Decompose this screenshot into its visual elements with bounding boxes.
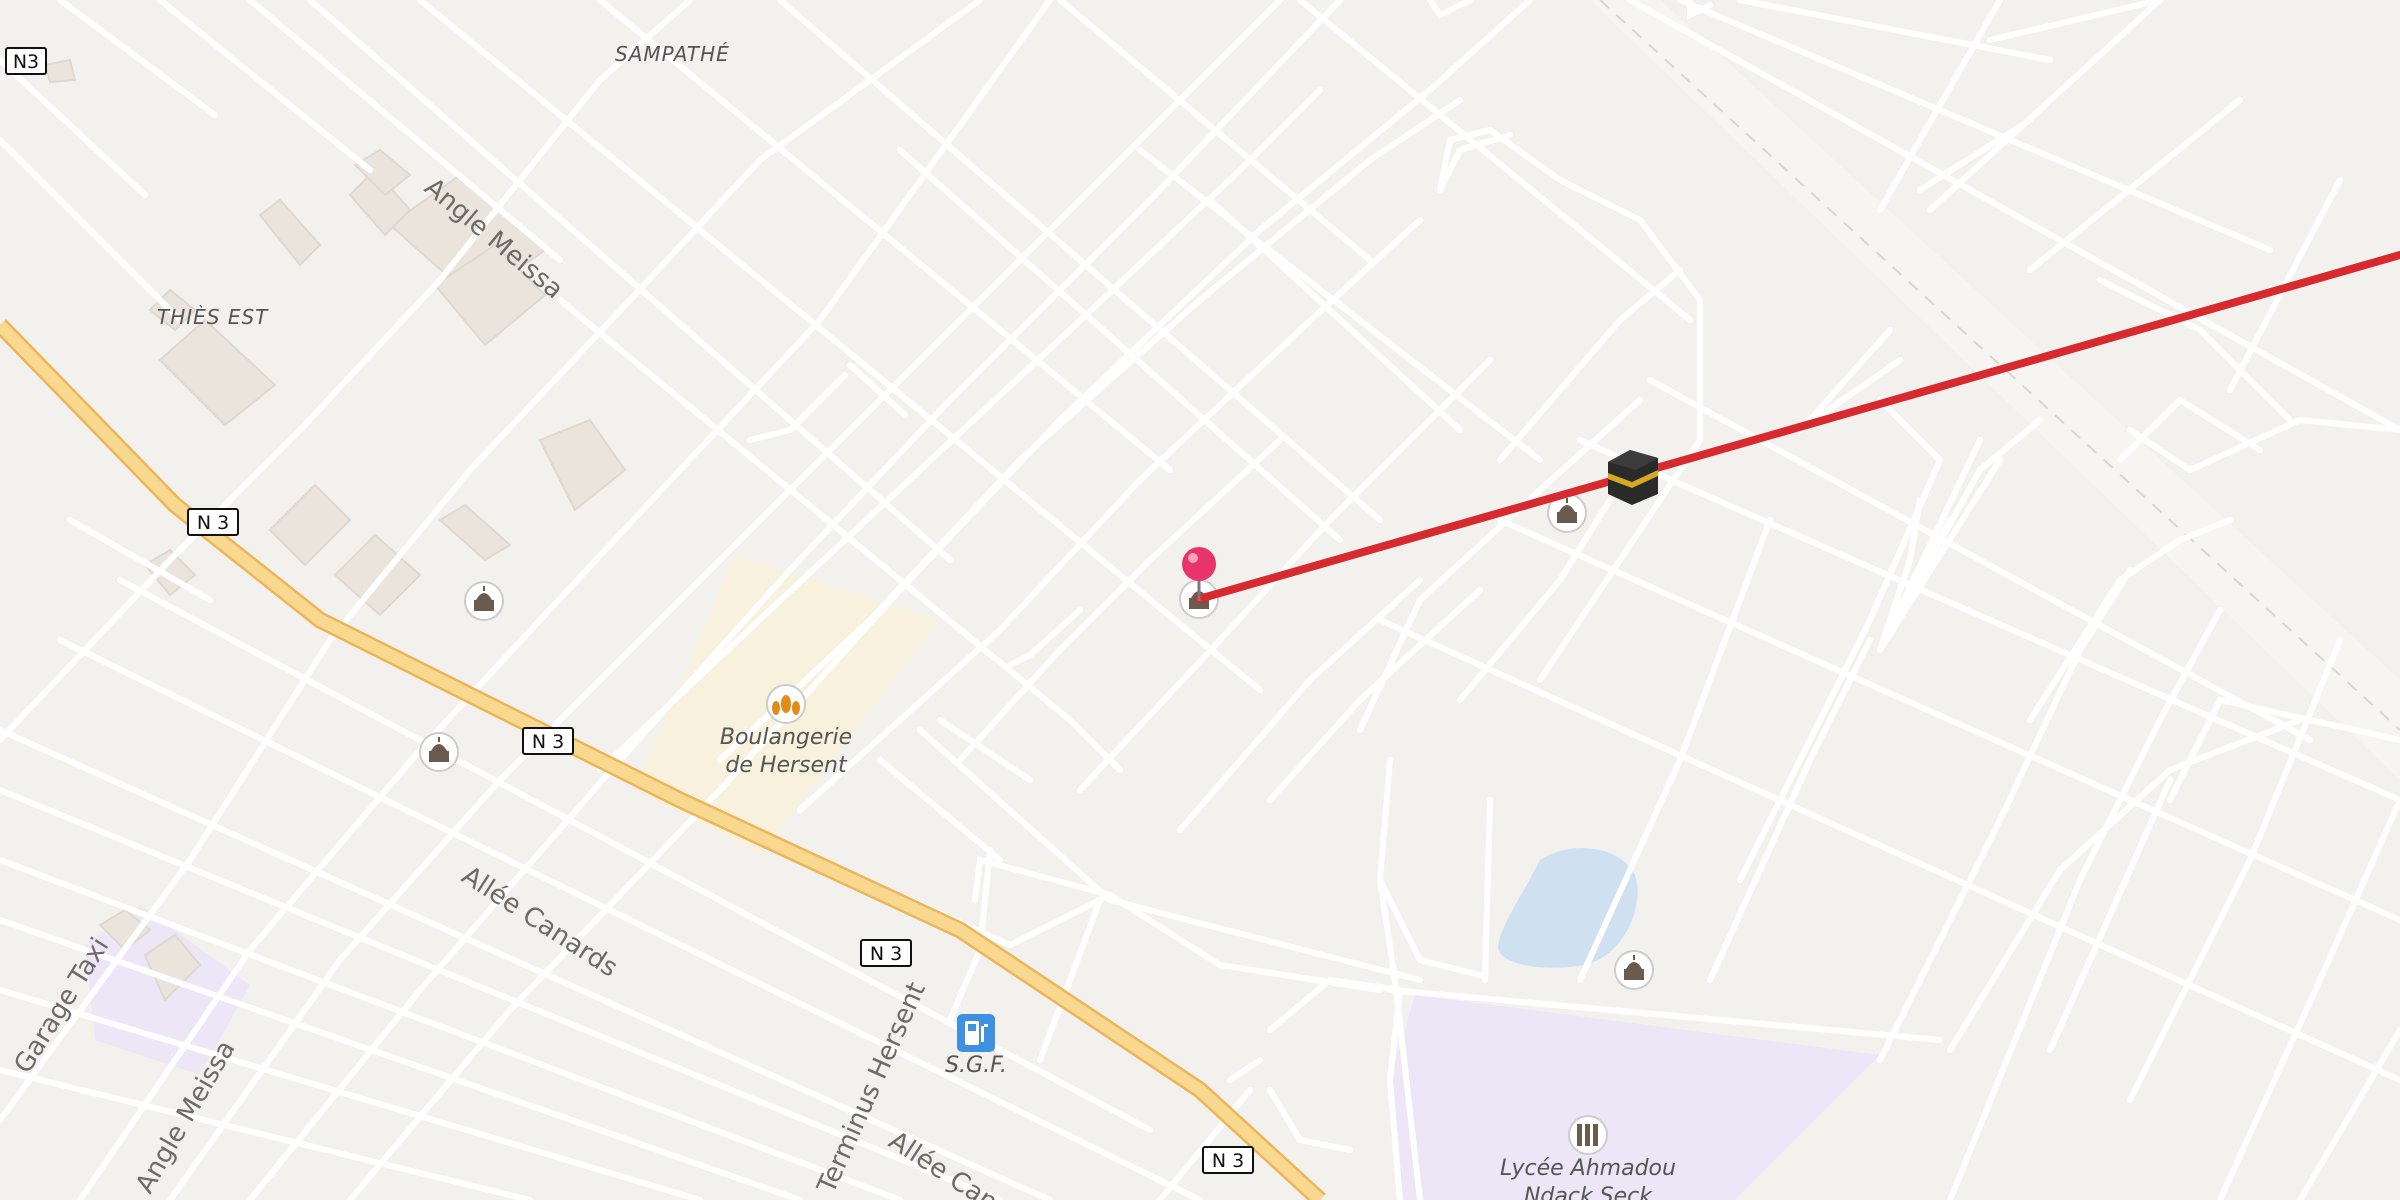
road-shield-n3-3: N 3 — [860, 939, 912, 967]
poi-mosque[interactable] — [419, 732, 459, 772]
road-shield-n3-corner: N3 — [5, 47, 47, 75]
school-icon — [1577, 1124, 1598, 1146]
map-canvas[interactable]: SAMPATHÉ THIÈS EST Angle Meissa Allée Ca… — [0, 0, 2400, 1200]
svg-text:N 3: N 3 — [532, 731, 564, 753]
kaaba-marker[interactable] — [1608, 450, 1658, 505]
svg-text:N 3: N 3 — [197, 512, 229, 534]
kaaba-icon — [1608, 450, 1658, 505]
svg-text:Boulangerie: Boulangerie — [720, 725, 852, 750]
svg-text:Lycée Ahmadou: Lycée Ahmadou — [1500, 1156, 1676, 1181]
svg-text:N 3: N 3 — [1212, 1150, 1244, 1172]
place-label-thies-est: THIÈS EST — [157, 305, 269, 329]
location-pin-icon — [1182, 547, 1216, 581]
svg-text:Ndack Seck: Ndack Seck — [1524, 1184, 1653, 1200]
svg-text:N3: N3 — [13, 51, 39, 73]
poi-mosque[interactable] — [1614, 950, 1654, 990]
poi-mosque[interactable] — [464, 581, 504, 621]
svg-text:S.G.F.: S.G.F. — [945, 1053, 1007, 1078]
svg-text:N 3: N 3 — [870, 943, 902, 965]
road-shield-n3-1: N 3 — [187, 508, 239, 536]
road-shield-n3-4: N 3 — [1202, 1146, 1254, 1174]
place-label-sampathe: SAMPATHÉ — [615, 42, 730, 66]
svg-text:de Hersent: de Hersent — [725, 753, 848, 778]
road-shield-n3-2: N 3 — [522, 727, 574, 755]
